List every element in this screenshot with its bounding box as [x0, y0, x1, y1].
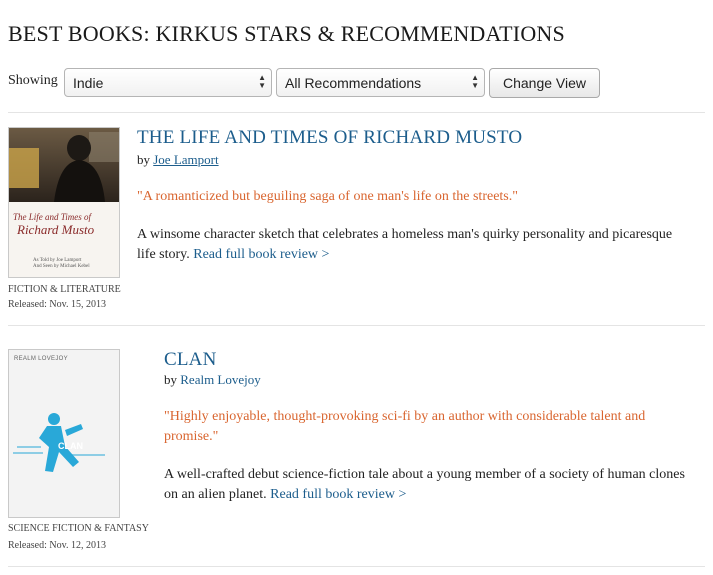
book-genre: SCIENCE FICTION & FANTASY: [8, 523, 149, 534]
divider: [8, 566, 705, 567]
cover-title-line-1: The Life and Times of: [13, 212, 92, 222]
book-summary: A winsome character sketch that celebrat…: [137, 225, 692, 265]
book-title-link[interactable]: THE LIFE AND TIMES OF RICHARD MUSTO: [137, 127, 522, 149]
byline-prefix: by: [137, 152, 150, 167]
category-select-value: Indie: [73, 75, 104, 91]
cover-title: CLAN: [58, 441, 83, 451]
clan-figure-icon: [13, 413, 105, 472]
page-title: BEST BOOKS: KIRKUS STARS & RECOMMENDATIO…: [8, 21, 565, 46]
author-link[interactable]: Joe Lamport: [153, 152, 218, 167]
book-byline: by Realm Lovejoy: [164, 372, 261, 388]
divider: [8, 325, 705, 326]
book-genre: FICTION & LITERATURE: [8, 284, 121, 295]
book-release-date: Released: Nov. 15, 2013: [8, 299, 106, 310]
book-cover-richard-musto[interactable]: The Life and Times of Richard Musto As T…: [8, 127, 120, 278]
book-title-link[interactable]: CLAN: [164, 349, 217, 371]
category-select[interactable]: Indie ▲ ▼: [64, 68, 272, 97]
cover-credits-line-2: And Seen by Michael Kebel: [33, 264, 90, 269]
read-full-review-link[interactable]: Read full book review >: [270, 487, 406, 502]
change-view-button[interactable]: Change View: [489, 68, 600, 98]
cover-title: The Life and Times of Richard Musto: [13, 212, 117, 238]
page: BEST BOOKS: KIRKUS STARS & RECOMMENDATIO…: [0, 0, 713, 575]
book-summary: A well-crafted debut science-fiction tal…: [164, 465, 694, 505]
author-link[interactable]: Realm Lovejoy: [180, 372, 261, 387]
select-arrows-icon: ▲ ▼: [258, 73, 266, 90]
showing-label: Showing: [8, 73, 58, 88]
book-cover-clan[interactable]: REALM LOVEJOY CLAN: [8, 349, 120, 518]
read-full-review-link[interactable]: Read full book review >: [193, 247, 329, 262]
cover-credits: As Told by Joe Lamport And Seen by Micha…: [33, 258, 90, 270]
cover-title-line-2: Richard Musto: [17, 222, 95, 237]
book-pull-quote: "A romanticized but beguiling saga of on…: [137, 189, 518, 204]
byline-prefix: by: [164, 372, 177, 387]
select-arrows-icon: ▲ ▼: [471, 73, 479, 90]
book-summary-text: A well-crafted debut science-fiction tal…: [164, 467, 685, 502]
book-pull-quote: "Highly enjoyable, thought-provoking sci…: [164, 409, 646, 444]
book-release-date: Released: Nov. 12, 2013: [8, 540, 106, 551]
recommendation-select-value: All Recommendations: [285, 75, 422, 91]
book-byline: by Joe Lamport: [137, 152, 219, 168]
cover-photo-icon: [9, 128, 119, 202]
divider: [8, 112, 705, 113]
recommendation-select[interactable]: All Recommendations ▲ ▼: [276, 68, 485, 97]
